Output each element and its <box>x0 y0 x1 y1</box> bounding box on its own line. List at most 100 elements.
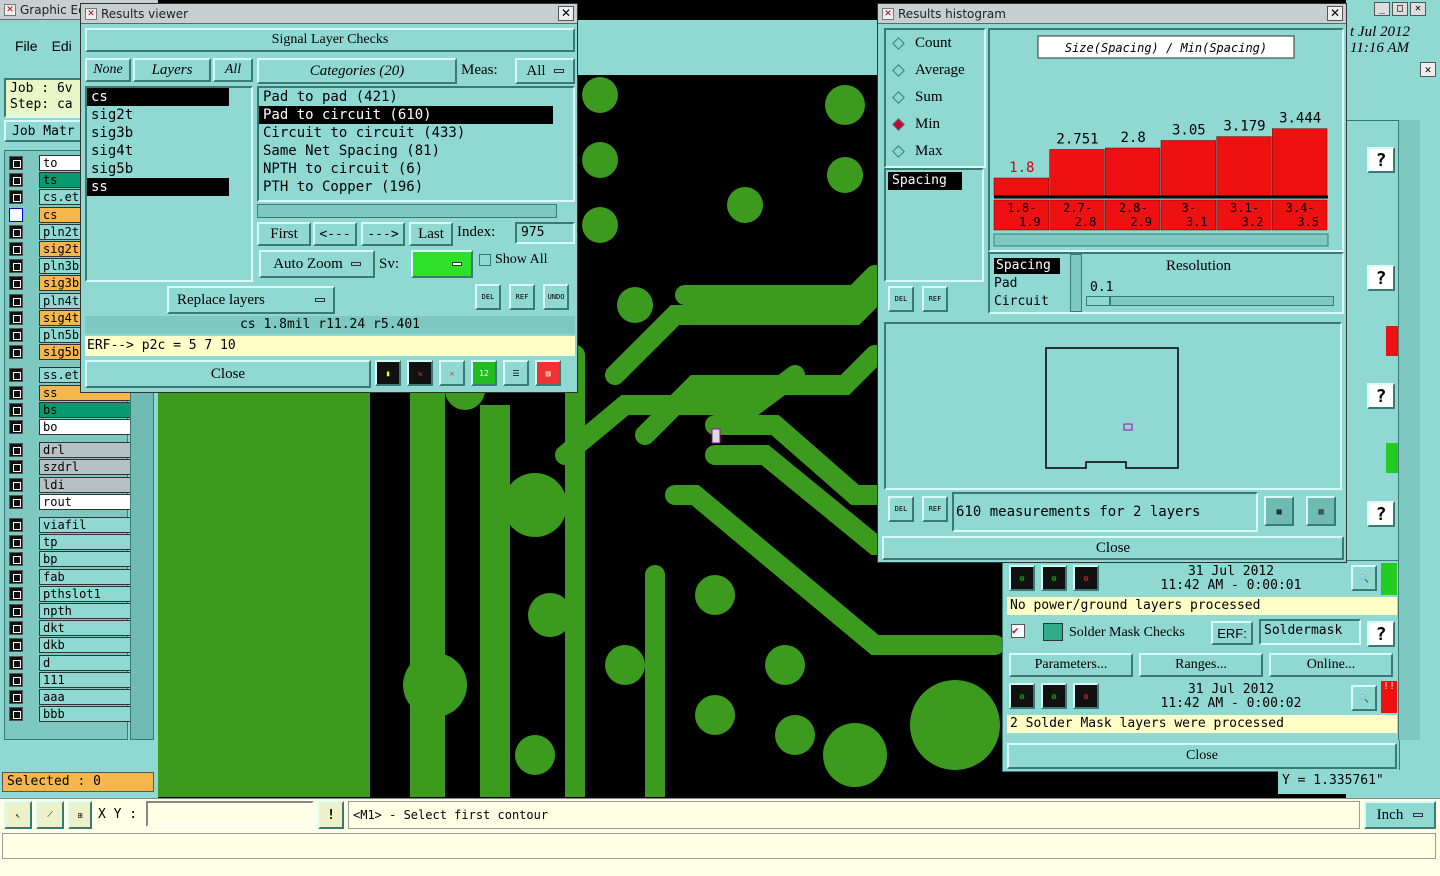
index-input[interactable]: 975 <box>515 222 575 244</box>
layer-row[interactable]: d <box>9 654 132 671</box>
close-icon[interactable]: ✕ <box>558 6 574 21</box>
layer-checkbox[interactable] <box>9 156 23 170</box>
category-hscroll[interactable] <box>257 204 557 218</box>
run-icon[interactable]: ⚙ <box>1009 683 1035 709</box>
export-icon[interactable]: ⇲ <box>407 360 433 386</box>
results-layer-item[interactable]: sig5b <box>87 160 229 178</box>
layer-checkbox[interactable] <box>9 276 23 291</box>
resolution-slider[interactable] <box>1086 296 1334 306</box>
histogram-close-button[interactable]: Close <box>882 536 1344 560</box>
layer-checkbox[interactable] <box>9 552 23 567</box>
filter-icon[interactable]: ▮ <box>375 360 401 386</box>
layer-checkbox[interactable] <box>9 310 23 325</box>
layer-checkbox[interactable] <box>9 690 23 704</box>
layer-row[interactable]: drl <box>9 442 132 459</box>
layer-checkbox[interactable] <box>9 345 23 360</box>
layer-row[interactable]: bp <box>9 551 132 568</box>
grid-icon[interactable]: ⊞ <box>68 801 92 829</box>
layer-checkbox[interactable] <box>9 672 23 687</box>
mode-sum[interactable]: Sum <box>886 84 984 111</box>
layer-checkbox[interactable] <box>9 443 23 458</box>
all-button[interactable]: All <box>213 58 253 82</box>
layer-checkbox[interactable] <box>9 638 23 653</box>
layer-name[interactable]: szdrl <box>39 459 132 476</box>
zoom-icon[interactable]: 🔍 <box>1351 685 1377 711</box>
sv-color-dropdown[interactable] <box>411 250 473 278</box>
ranges-button[interactable]: Ranges... <box>1139 653 1263 677</box>
spacing-item[interactable]: Spacing <box>888 172 962 190</box>
refresh-icon[interactable]: REF <box>922 286 948 312</box>
select-tool-icon[interactable]: ↖ <box>4 801 32 829</box>
prev-button[interactable]: <--- <box>313 222 357 246</box>
layer-name[interactable]: 111 <box>39 671 132 688</box>
layer-row[interactable]: tp <box>9 534 132 551</box>
sort-spacing[interactable]: Spacing <box>994 258 1060 274</box>
radio-icon[interactable] <box>892 64 905 77</box>
layer-row[interactable]: dkt <box>9 620 132 637</box>
run-icon[interactable]: ⚙ <box>1009 565 1035 591</box>
run-icon[interactable]: ⚙ <box>1073 565 1099 591</box>
command-input[interactable] <box>2 833 1436 859</box>
layer-name[interactable]: rout <box>39 493 132 510</box>
layer-row[interactable]: bbb <box>9 706 132 723</box>
checkbox-icon[interactable]: ✔ <box>1011 624 1025 638</box>
layer-checkbox[interactable] <box>9 368 23 383</box>
erf-label[interactable]: ERF: <box>1211 621 1253 645</box>
radio-icon[interactable] <box>892 118 905 131</box>
menu-edit[interactable]: Edi <box>52 38 72 54</box>
histogram-bar[interactable] <box>1160 140 1216 197</box>
menu-file[interactable]: File <box>15 38 38 54</box>
next-button[interactable]: ---> <box>361 222 405 246</box>
layer-checkbox[interactable] <box>9 259 23 274</box>
layer-name[interactable]: dkt <box>39 620 132 637</box>
layer-name[interactable]: aaa <box>39 689 132 705</box>
results-layer-item[interactable]: sig3b <box>87 124 229 142</box>
layer-checkbox[interactable] <box>9 402 23 417</box>
run-icon[interactable]: ⚙ <box>1073 683 1099 709</box>
close-icon[interactable]: ✕ <box>1410 2 1426 16</box>
results-layer-item[interactable]: sig2t <box>87 106 229 124</box>
export-image-icon[interactable]: ▧ <box>1306 496 1336 526</box>
replace-layers-dropdown[interactable]: Replace layers <box>167 286 335 314</box>
layer-row[interactable]: dkb <box>9 637 132 654</box>
tab-layers[interactable]: Layers <box>133 58 211 82</box>
layer-name[interactable]: drl <box>39 442 132 459</box>
radio-icon[interactable] <box>892 37 905 50</box>
layer-checkbox[interactable] <box>9 328 23 342</box>
layer-name[interactable]: tp <box>39 534 132 551</box>
delete-icon[interactable]: DEL <box>888 286 914 312</box>
category-item[interactable]: PTH to Copper (196) <box>259 178 553 196</box>
category-item[interactable]: NPTH to circuit (6) <box>259 160 553 178</box>
results-layer-item[interactable]: cs <box>87 88 229 106</box>
zoom-icon[interactable]: 🔍 <box>1351 565 1377 591</box>
layer-name[interactable]: ldi <box>39 476 132 493</box>
histogram-bar[interactable] <box>1105 147 1161 197</box>
results-layer-item[interactable]: ss <box>87 178 229 196</box>
last-button[interactable]: Last <box>409 222 453 246</box>
xy-input[interactable] <box>146 801 314 827</box>
layer-checkbox[interactable] <box>9 707 23 722</box>
layer-checkbox[interactable] <box>9 293 23 308</box>
layer-checkbox[interactable] <box>9 535 23 550</box>
undo-icon[interactable]: UNDO <box>543 284 569 310</box>
close-icon[interactable]: ✕ <box>1327 6 1343 21</box>
layer-checkbox[interactable] <box>9 385 23 400</box>
layer-list[interactable]: cs sig2t sig3b sig4t sig5b ss <box>85 86 253 282</box>
mode-average[interactable]: Average <box>886 57 984 84</box>
layer-checkbox[interactable] <box>9 586 23 601</box>
delete-icon[interactable]: DEL <box>475 284 501 310</box>
maximize-icon[interactable]: □ <box>1392 2 1408 16</box>
run-icon[interactable]: ⚙ <box>1041 565 1067 591</box>
alert-icon[interactable]: ! <box>318 801 344 829</box>
layer-row[interactable]: szdrl <box>9 459 132 476</box>
erf-disabled-icon[interactable]: ✕ <box>439 360 465 386</box>
panel-close-icon[interactable]: ✕ <box>1420 62 1436 77</box>
layer-row[interactable]: viafil <box>9 517 132 533</box>
help-icon[interactable]: ? <box>1367 147 1395 173</box>
layer-checkbox[interactable] <box>9 173 23 188</box>
radio-icon[interactable] <box>892 91 905 104</box>
run-icon[interactable]: ⚙ <box>1041 683 1067 709</box>
refresh-icon[interactable]: REF <box>509 284 535 310</box>
chart-hscroll[interactable] <box>993 233 1329 247</box>
layer-row[interactable]: bs <box>9 401 132 418</box>
